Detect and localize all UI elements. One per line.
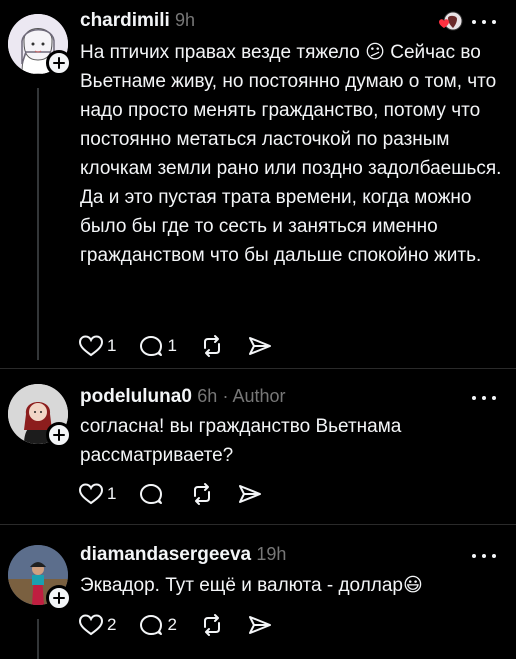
divider [0, 368, 516, 369]
heart-avatar-icon [439, 11, 463, 31]
username-row: podeluluna0 6h · Author [80, 386, 286, 408]
send-icon [248, 616, 271, 634]
like-count: 1 [107, 336, 117, 355]
dot [492, 396, 496, 400]
post-chardimili: chardimili 9h На птичих правах везде тяж… [0, 0, 516, 370]
share-button[interactable] [247, 613, 273, 637]
comment-icon [140, 615, 163, 635]
dot [482, 396, 486, 400]
timestamp: 19h [256, 544, 287, 564]
post-podeluluna0: podeluluna0 6h · Author согласна! вы гра… [0, 370, 516, 524]
username[interactable]: diamandasergeeva [80, 544, 251, 565]
repost-button[interactable] [199, 334, 225, 358]
reply-button[interactable]: 1 [138, 334, 177, 358]
plus-icon [53, 57, 65, 69]
reply-button[interactable]: 2 [138, 613, 177, 637]
thread-line [37, 619, 39, 659]
action-bar: 2 2 [78, 613, 295, 637]
username[interactable]: podeluluna0 [80, 386, 192, 407]
send-icon [239, 485, 262, 503]
send-icon [248, 337, 271, 355]
author-tag: · Author [222, 386, 286, 406]
follow-plus-button[interactable] [46, 50, 72, 76]
more-options-button[interactable] [472, 552, 496, 560]
dot [482, 554, 486, 558]
repost-button[interactable] [199, 613, 225, 637]
dot [472, 554, 476, 558]
username-row: diamandasergeeva 19h [80, 544, 286, 566]
dot [472, 396, 476, 400]
heart-icon [78, 335, 104, 357]
more-options-button[interactable] [472, 18, 496, 26]
like-button[interactable]: 1 [78, 482, 116, 506]
dot [492, 20, 496, 24]
comment-icon [140, 336, 163, 356]
liked-by-author-badge [437, 10, 463, 36]
action-bar: 1 [78, 482, 285, 506]
thread-line [37, 88, 39, 360]
follow-plus-button[interactable] [46, 585, 72, 611]
plus-icon [53, 592, 65, 604]
heart-icon [78, 614, 104, 636]
share-button[interactable] [247, 334, 273, 358]
repost-button[interactable] [189, 482, 215, 506]
repost-icon [194, 483, 211, 505]
post-diamandasergeeva: diamandasergeeva 19h Эквадор. Тут ещё и … [0, 525, 516, 659]
reply-button[interactable] [138, 482, 167, 506]
action-bar: 1 1 [78, 334, 295, 358]
like-button[interactable]: 2 [78, 613, 116, 637]
heart-icon [78, 483, 104, 505]
like-count: 2 [107, 615, 117, 634]
reply-count: 2 [167, 615, 177, 634]
username-row: chardimili 9h [80, 10, 195, 32]
timestamp: 9h [175, 10, 196, 30]
reply-count: 1 [167, 336, 177, 355]
repost-icon [203, 614, 220, 636]
username[interactable]: chardimili [80, 10, 170, 31]
share-button[interactable] [237, 482, 263, 506]
timestamp: 6h [197, 386, 218, 406]
like-button[interactable]: 1 [78, 334, 116, 358]
plus-icon [53, 429, 65, 441]
dot [472, 20, 476, 24]
repost-icon [203, 335, 220, 357]
follow-plus-button[interactable] [46, 422, 72, 448]
post-text: согласна! вы гражданство Вьетнама рассма… [80, 416, 402, 466]
dot [482, 20, 486, 24]
comment-icon [140, 484, 163, 504]
dot [492, 554, 496, 558]
post-text: Эквадор. Тут ещё и валюта - доллар😃 [80, 575, 423, 596]
post-text: На птичих правах везде тяжело 😕 Сейчас в… [80, 42, 502, 266]
like-count: 1 [107, 484, 117, 503]
more-options-button[interactable] [472, 394, 496, 402]
